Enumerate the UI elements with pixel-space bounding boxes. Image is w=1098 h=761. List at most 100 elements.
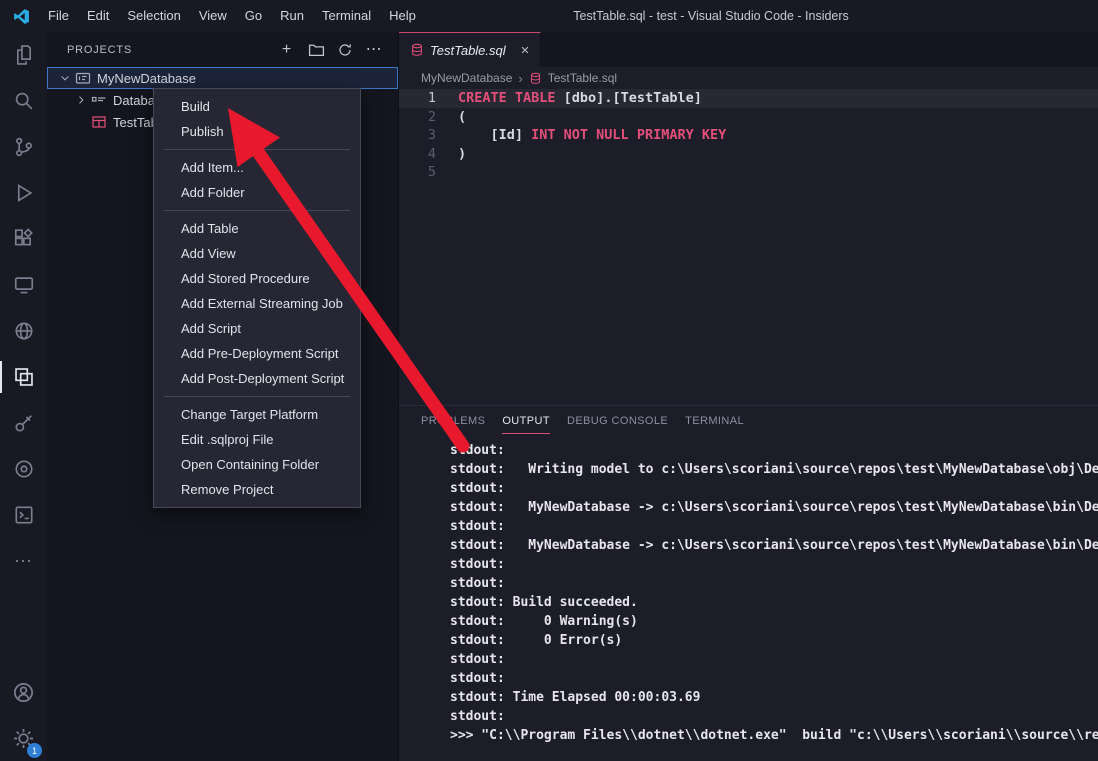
- tab-label: TestTable.sql: [430, 43, 506, 58]
- panel-tab-bar: PROBLEMS OUTPUT DEBUG CONSOLE TERMINAL: [399, 406, 1098, 434]
- context-menu-item-add-script[interactable]: Add Script: [154, 316, 360, 341]
- activity-item-database-projects[interactable]: [0, 354, 47, 400]
- context-menu-item-build[interactable]: Build: [154, 94, 360, 119]
- vscode-window: FileEditSelectionViewGoRunTerminalHelp T…: [0, 0, 1098, 761]
- activity-item-accounts[interactable]: [0, 669, 47, 715]
- activity-item-sql-tools[interactable]: [0, 446, 47, 492]
- settings-badge: 1: [27, 743, 42, 758]
- output-line: stdout: 0 Warning(s): [450, 612, 1098, 631]
- activity-item-server[interactable]: [0, 492, 47, 538]
- panel-tab-debug-console[interactable]: DEBUG CONSOLE: [567, 409, 668, 434]
- output-line: stdout:: [450, 650, 1098, 669]
- menubar-item-edit[interactable]: Edit: [78, 8, 118, 23]
- output-line: stdout: Writing model to c:\Users\scoria…: [450, 460, 1098, 479]
- breadcrumb-separator-icon: ›: [518, 71, 522, 86]
- menubar-item-help[interactable]: Help: [380, 8, 425, 23]
- context-menu-item-add-external-streaming-job[interactable]: Add External Streaming Job: [154, 291, 360, 316]
- remote-explorer-icon: [13, 274, 35, 296]
- code-line[interactable]: 1CREATE TABLE [dbo].[TestTable]: [399, 89, 1098, 108]
- activity-item-more[interactable]: ⋯: [0, 538, 47, 584]
- context-menu-item-add-post-deployment-script[interactable]: Add Post-Deployment Script: [154, 366, 360, 391]
- code-line[interactable]: 2(: [399, 108, 1098, 127]
- context-menu-separator: [164, 149, 350, 150]
- globe-icon: [13, 320, 35, 342]
- context-menu-item-add-stored-procedure[interactable]: Add Stored Procedure: [154, 266, 360, 291]
- sql-file-icon: [529, 72, 542, 85]
- context-menu-item-add-pre-deployment-script[interactable]: Add Pre-Deployment Script: [154, 341, 360, 366]
- output-line: stdout:: [450, 555, 1098, 574]
- more-actions-icon[interactable]: ⋯: [364, 40, 384, 60]
- context-menu-item-add-table[interactable]: Add Table: [154, 216, 360, 241]
- context-menu-item-add-folder[interactable]: Add Folder: [154, 180, 360, 205]
- code-text: [Id] INT NOT NULL PRIMARY KEY: [452, 126, 726, 145]
- context-menu-item-add-view[interactable]: Add View: [154, 241, 360, 266]
- activity-item-settings[interactable]: 1: [0, 715, 47, 761]
- menubar-item-selection[interactable]: Selection: [118, 8, 189, 23]
- output-line: stdout:: [450, 517, 1098, 536]
- menubar-item-go[interactable]: Go: [236, 8, 271, 23]
- code-line[interactable]: 4): [399, 145, 1098, 164]
- table-icon: [91, 114, 107, 130]
- menubar-item-view[interactable]: View: [190, 8, 236, 23]
- line-number: 3: [399, 126, 452, 145]
- output-line: stdout:: [450, 479, 1098, 498]
- source-control-icon: [13, 136, 35, 158]
- explorer-icon: [13, 44, 35, 66]
- context-menu-item-change-target-platform[interactable]: Change Target Platform: [154, 402, 360, 427]
- vscode-logo-icon: [13, 8, 30, 25]
- panel-tab-output[interactable]: OUTPUT: [502, 409, 550, 434]
- menu-bar: FileEditSelectionViewGoRunTerminalHelp: [39, 0, 425, 32]
- output-line: stdout: MyNewDatabase -> c:\Users\scoria…: [450, 536, 1098, 555]
- tree-item-label: MyNewDatabase: [97, 71, 196, 86]
- tree-item-mynewdatabase[interactable]: MyNewDatabase: [47, 67, 398, 89]
- activity-item-connections[interactable]: [0, 400, 47, 446]
- code-text: ): [452, 145, 466, 164]
- server-console-icon: [13, 504, 35, 526]
- code-text: CREATE TABLE [dbo].[TestTable]: [452, 89, 702, 108]
- breadcrumb-file[interactable]: TestTable.sql: [548, 71, 617, 85]
- output-line: stdout:: [450, 669, 1098, 688]
- more-icon: ⋯: [14, 551, 33, 572]
- context-menu-item-publish[interactable]: Publish: [154, 119, 360, 144]
- code-line[interactable]: 3 [Id] INT NOT NULL PRIMARY KEY: [399, 126, 1098, 145]
- activity-item-explorer[interactable]: [0, 32, 47, 78]
- context-menu-item-add-item[interactable]: Add Item...: [154, 155, 360, 180]
- activity-item-search[interactable]: [0, 78, 47, 124]
- activity-item-remote-explorer[interactable]: [0, 262, 47, 308]
- breadcrumb-project[interactable]: MyNewDatabase: [421, 71, 512, 85]
- open-project-folder-icon[interactable]: [306, 40, 326, 60]
- account-icon: [12, 681, 35, 704]
- run-debug-icon: [13, 182, 35, 204]
- context-menu-item-remove-project[interactable]: Remove Project: [154, 477, 360, 502]
- sql-file-icon: [410, 43, 424, 57]
- menubar-item-terminal[interactable]: Terminal: [313, 8, 380, 23]
- line-number: 1: [399, 89, 452, 108]
- sidebar-title: PROJECTS: [67, 44, 277, 56]
- close-icon[interactable]: ×: [521, 43, 530, 58]
- gear-circle-icon: [13, 458, 35, 480]
- line-number: 5: [399, 163, 452, 182]
- context-menu-item-open-containing-folder[interactable]: Open Containing Folder: [154, 452, 360, 477]
- refresh-icon[interactable]: [335, 40, 355, 60]
- output-line: stdout:: [450, 441, 1098, 460]
- output-content[interactable]: stdout:stdout: Writing model to c:\Users…: [399, 434, 1098, 761]
- add-project-icon[interactable]: +: [277, 40, 297, 60]
- activity-bar-spacer: [0, 584, 47, 669]
- context-menu-item-edit-sqlproj-file[interactable]: Edit .sqlproj File: [154, 427, 360, 452]
- activity-item-run-and-debug[interactable]: [0, 170, 47, 216]
- tab-testtable-sql[interactable]: TestTable.sql ×: [399, 32, 541, 67]
- window-title: TestTable.sql - test - Visual Studio Cod…: [332, 9, 1090, 23]
- panel-tab-problems[interactable]: PROBLEMS: [421, 409, 485, 434]
- sidebar-header: PROJECTS + ⋯: [47, 32, 398, 67]
- line-number: 2: [399, 108, 452, 127]
- code-line[interactable]: 5: [399, 163, 1098, 182]
- menubar-item-file[interactable]: File: [39, 8, 78, 23]
- search-icon: [13, 90, 35, 112]
- activity-item-extensions[interactable]: [0, 216, 47, 262]
- activity-item-source-control[interactable]: [0, 124, 47, 170]
- activity-item-web[interactable]: [0, 308, 47, 354]
- menubar-item-run[interactable]: Run: [271, 8, 313, 23]
- breadcrumb[interactable]: MyNewDatabase › TestTable.sql: [399, 67, 1098, 89]
- code-area[interactable]: 1CREATE TABLE [dbo].[TestTable]2(3 [Id] …: [399, 89, 1098, 182]
- panel-tab-terminal[interactable]: TERMINAL: [685, 409, 744, 434]
